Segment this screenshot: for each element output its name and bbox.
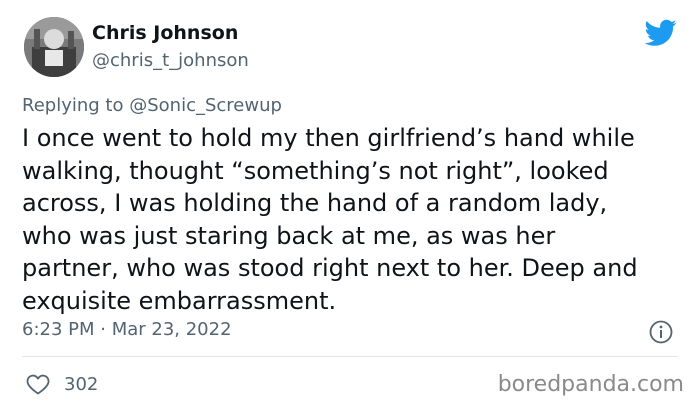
tweet-text-line: exquisite embarrassment. (22, 286, 337, 315)
replying-to-user-link[interactable]: @Sonic_Screwup (129, 95, 282, 116)
tweet-text-line: walking, thought “something’s not right”… (22, 156, 609, 185)
replying-to-label: Replying to (22, 95, 124, 116)
avatar[interactable] (24, 17, 84, 77)
like-button[interactable]: 302 (26, 370, 98, 398)
replying-to-line: Replying to @Sonic_Screwup (22, 95, 282, 116)
tweet-timestamp[interactable]: 6:23 PM · Mar 23, 2022 (22, 319, 232, 340)
like-count: 302 (64, 373, 99, 395)
tweet-text-line: partner, who was stood right next to her… (22, 254, 638, 282)
author-display-name[interactable]: Chris Johnson (92, 22, 238, 44)
watermark: boredpanda.com (497, 372, 684, 397)
heart-icon (26, 374, 50, 395)
divider (22, 356, 678, 357)
info-icon[interactable] (648, 319, 674, 345)
tweet-text-line: across, I was holding the hand of a rand… (22, 189, 608, 217)
author-handle[interactable]: @chris_t_johnson (92, 50, 249, 71)
avatar-image (24, 17, 84, 77)
tweet-text-line: I once went to hold my then girlfriend’s… (22, 124, 635, 152)
tweet-text: I once went to hold my then girlfriend’s… (22, 122, 682, 317)
tweet-text-line: who was just staring back at me, as was … (22, 221, 556, 250)
twitter-bird-icon[interactable] (644, 19, 677, 47)
